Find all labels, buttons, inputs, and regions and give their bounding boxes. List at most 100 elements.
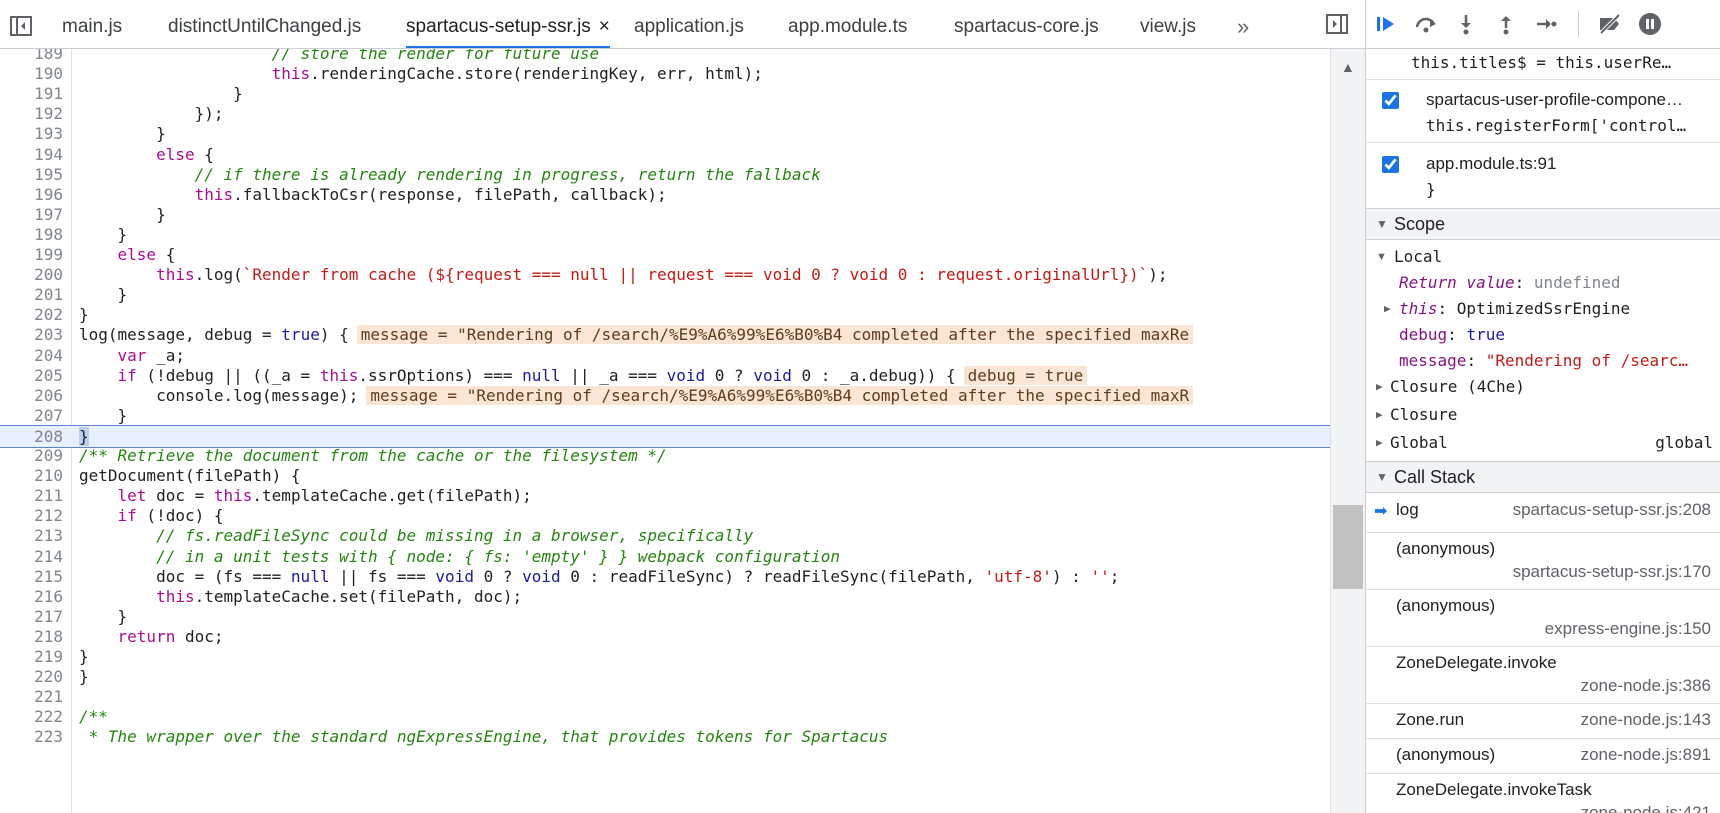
callstack-frame-current[interactable]: ➡ log spartacus-setup-ssr.js:208 <box>1366 494 1720 533</box>
breakpoint-item[interactable]: app.module.ts:91 } <box>1382 154 1712 204</box>
line-number[interactable]: 215 <box>0 566 63 588</box>
line-number[interactable]: 216 <box>0 586 63 608</box>
scope-section-header[interactable]: ▼ Scope <box>1366 208 1720 240</box>
line-number[interactable]: 209 <box>0 445 63 467</box>
code-line[interactable]: 209 /** Retrieve the document from the ca… <box>0 445 1330 467</box>
line-number[interactable]: 200 <box>0 264 63 286</box>
line-number[interactable]: 207 <box>0 405 63 427</box>
scope-var-debug[interactable]: debug: true <box>1399 322 1719 348</box>
code-line[interactable]: 198 } <box>0 224 1330 246</box>
code-line[interactable]: 210 getDocument(filePath) { <box>0 465 1330 487</box>
scroll-up-icon[interactable]: ▲ <box>1341 59 1355 75</box>
code-line[interactable]: 200 this.log(`Render from cache (${reque… <box>0 264 1330 286</box>
line-number[interactable]: 190 <box>0 63 63 85</box>
scope-closure-4che[interactable]: ▶ Closure (4Che) <box>1366 374 1720 400</box>
resume-icon[interactable] <box>1366 0 1406 48</box>
code-line[interactable]: 195 // if there is already rendering in … <box>0 164 1330 186</box>
code-line[interactable]: 207 } <box>0 405 1330 427</box>
line-number[interactable]: 222 <box>0 706 63 728</box>
line-number[interactable]: 205 <box>0 365 63 387</box>
scope-var-return-value[interactable]: Return value: undefined <box>1399 270 1719 296</box>
step-over-icon[interactable] <box>1406 0 1446 48</box>
code-line[interactable]: 211 let doc = this.templateCache.get(fil… <box>0 485 1330 507</box>
code-line[interactable]: 206 console.log(message); message = "Rend… <box>0 385 1330 407</box>
code-line[interactable]: 191 } <box>0 83 1330 105</box>
line-number[interactable]: 197 <box>0 204 63 226</box>
pause-on-exceptions-icon[interactable] <box>1630 0 1670 48</box>
more-tabs-icon[interactable]: » <box>1237 14 1249 40</box>
line-number[interactable]: 217 <box>0 606 63 628</box>
toggle-debugger-icon[interactable] <box>1326 14 1348 39</box>
code-line[interactable]: 205 if (!debug || ((_a = this.ssrOptions… <box>0 365 1330 387</box>
callstack-frame[interactable]: (anonymous) express-engine.js:150 <box>1366 590 1720 647</box>
code-line[interactable]: 220} <box>0 666 1330 688</box>
line-number[interactable]: 191 <box>0 83 63 105</box>
line-number[interactable]: 212 <box>0 505 63 527</box>
code-line[interactable]: 213 // fs.readFileSync could be missing … <box>0 525 1330 547</box>
code-line[interactable]: 192 }); <box>0 103 1330 125</box>
line-number[interactable]: 202 <box>0 304 63 326</box>
toggle-navigator-icon[interactable] <box>6 14 36 38</box>
tab-main-js[interactable]: main.js <box>62 0 122 48</box>
code-line[interactable]: 212 if (!doc) { <box>0 505 1330 527</box>
scope-var-this[interactable]: ▶ this: OptimizedSsrEngine <box>1366 296 1720 322</box>
step-out-icon[interactable] <box>1486 0 1526 48</box>
deactivate-breakpoints-icon[interactable] <box>1590 0 1630 48</box>
code-line[interactable]: 201 } <box>0 284 1330 306</box>
tab-distinct-until-changed-js[interactable]: distinctUntilChanged.js <box>168 0 361 48</box>
tab-application-js[interactable]: application.js <box>634 0 744 48</box>
callstack-section-header[interactable]: ▼ Call Stack <box>1366 461 1720 493</box>
code-line[interactable]: 218 return doc; <box>0 626 1330 648</box>
line-number[interactable]: 206 <box>0 385 63 407</box>
line-number[interactable]: 223 <box>0 726 63 748</box>
code-line[interactable]: 217 } <box>0 606 1330 628</box>
scope-var-message[interactable]: message: "Rendering of /searc… <box>1399 348 1719 374</box>
code-line[interactable]: 199 else { <box>0 244 1330 266</box>
line-number[interactable]: 213 <box>0 525 63 547</box>
code-line[interactable]: 197 } <box>0 204 1330 226</box>
editor-scrollbar[interactable]: ▲ <box>1330 49 1366 813</box>
callstack-frame[interactable]: ZoneDelegate.invoke zone-node.js:386 <box>1366 647 1720 704</box>
callstack-frame[interactable]: (anonymous) zone-node.js:891 <box>1366 739 1720 774</box>
close-tab-icon[interactable]: × <box>599 16 610 37</box>
line-number[interactable]: 199 <box>0 244 63 266</box>
scope-closure[interactable]: ▶ Closure <box>1366 402 1720 428</box>
line-number[interactable]: 220 <box>0 666 63 688</box>
code-line[interactable]: 203 log(message, debug = true) {message =… <box>0 324 1330 346</box>
breakpoint-item[interactable]: spartacus-user-profile-compone… this.reg… <box>1382 90 1712 140</box>
tab-app-module-ts[interactable]: app.module.ts <box>788 0 907 48</box>
line-number[interactable]: 221 <box>0 686 63 708</box>
tab-view-js[interactable]: view.js <box>1140 0 1196 48</box>
code-line[interactable]: 221 <box>0 686 1330 708</box>
tab-spartacus-setup-ssr-js[interactable]: spartacus-setup-ssr.js × <box>406 0 610 48</box>
code-editor[interactable]: 189 // store the render for future use 19… <box>0 49 1330 813</box>
breakpoint-checkbox[interactable] <box>1382 92 1399 109</box>
line-number[interactable]: 210 <box>0 465 63 487</box>
code-line[interactable]: 222 /** <box>0 706 1330 728</box>
code-line[interactable]: 193 } <box>0 123 1330 145</box>
code-line[interactable]: 223 * The wrapper over the standard ngEx… <box>0 726 1330 748</box>
code-line[interactable]: 204 var _a; <box>0 345 1330 367</box>
code-line[interactable]: 202} <box>0 304 1330 326</box>
code-line[interactable]: 196 this.fallbackToCsr(response, filePat… <box>0 184 1330 206</box>
line-number[interactable]: 195 <box>0 164 63 186</box>
line-number[interactable]: 196 <box>0 184 63 206</box>
code-line[interactable]: 219} <box>0 646 1330 668</box>
line-number[interactable]: 211 <box>0 485 63 507</box>
scope-local[interactable]: ▼ Local <box>1366 244 1720 270</box>
scrollbar-thumb[interactable] <box>1333 505 1363 589</box>
code-line[interactable]: 190 this.renderingCache.store(renderingK… <box>0 63 1330 85</box>
line-number[interactable]: 218 <box>0 626 63 648</box>
line-number[interactable]: 193 <box>0 123 63 145</box>
step-icon[interactable] <box>1526 0 1566 48</box>
line-number[interactable]: 192 <box>0 103 63 125</box>
line-number[interactable]: 219 <box>0 646 63 668</box>
code-line[interactable]: 216 this.templateCache.set(filePath, doc… <box>0 586 1330 608</box>
line-number[interactable]: 214 <box>0 546 63 568</box>
code-line[interactable]: 214 // in a unit tests with { node: { fs… <box>0 546 1330 568</box>
line-number[interactable]: 201 <box>0 284 63 306</box>
code-line[interactable]: 215 doc = (fs === null || fs === void 0 … <box>0 566 1330 588</box>
breakpoint-checkbox[interactable] <box>1382 156 1399 173</box>
tab-spartacus-core-js[interactable]: spartacus-core.js <box>954 0 1099 48</box>
callstack-frame[interactable]: (anonymous) spartacus-setup-ssr.js:170 <box>1366 533 1720 590</box>
